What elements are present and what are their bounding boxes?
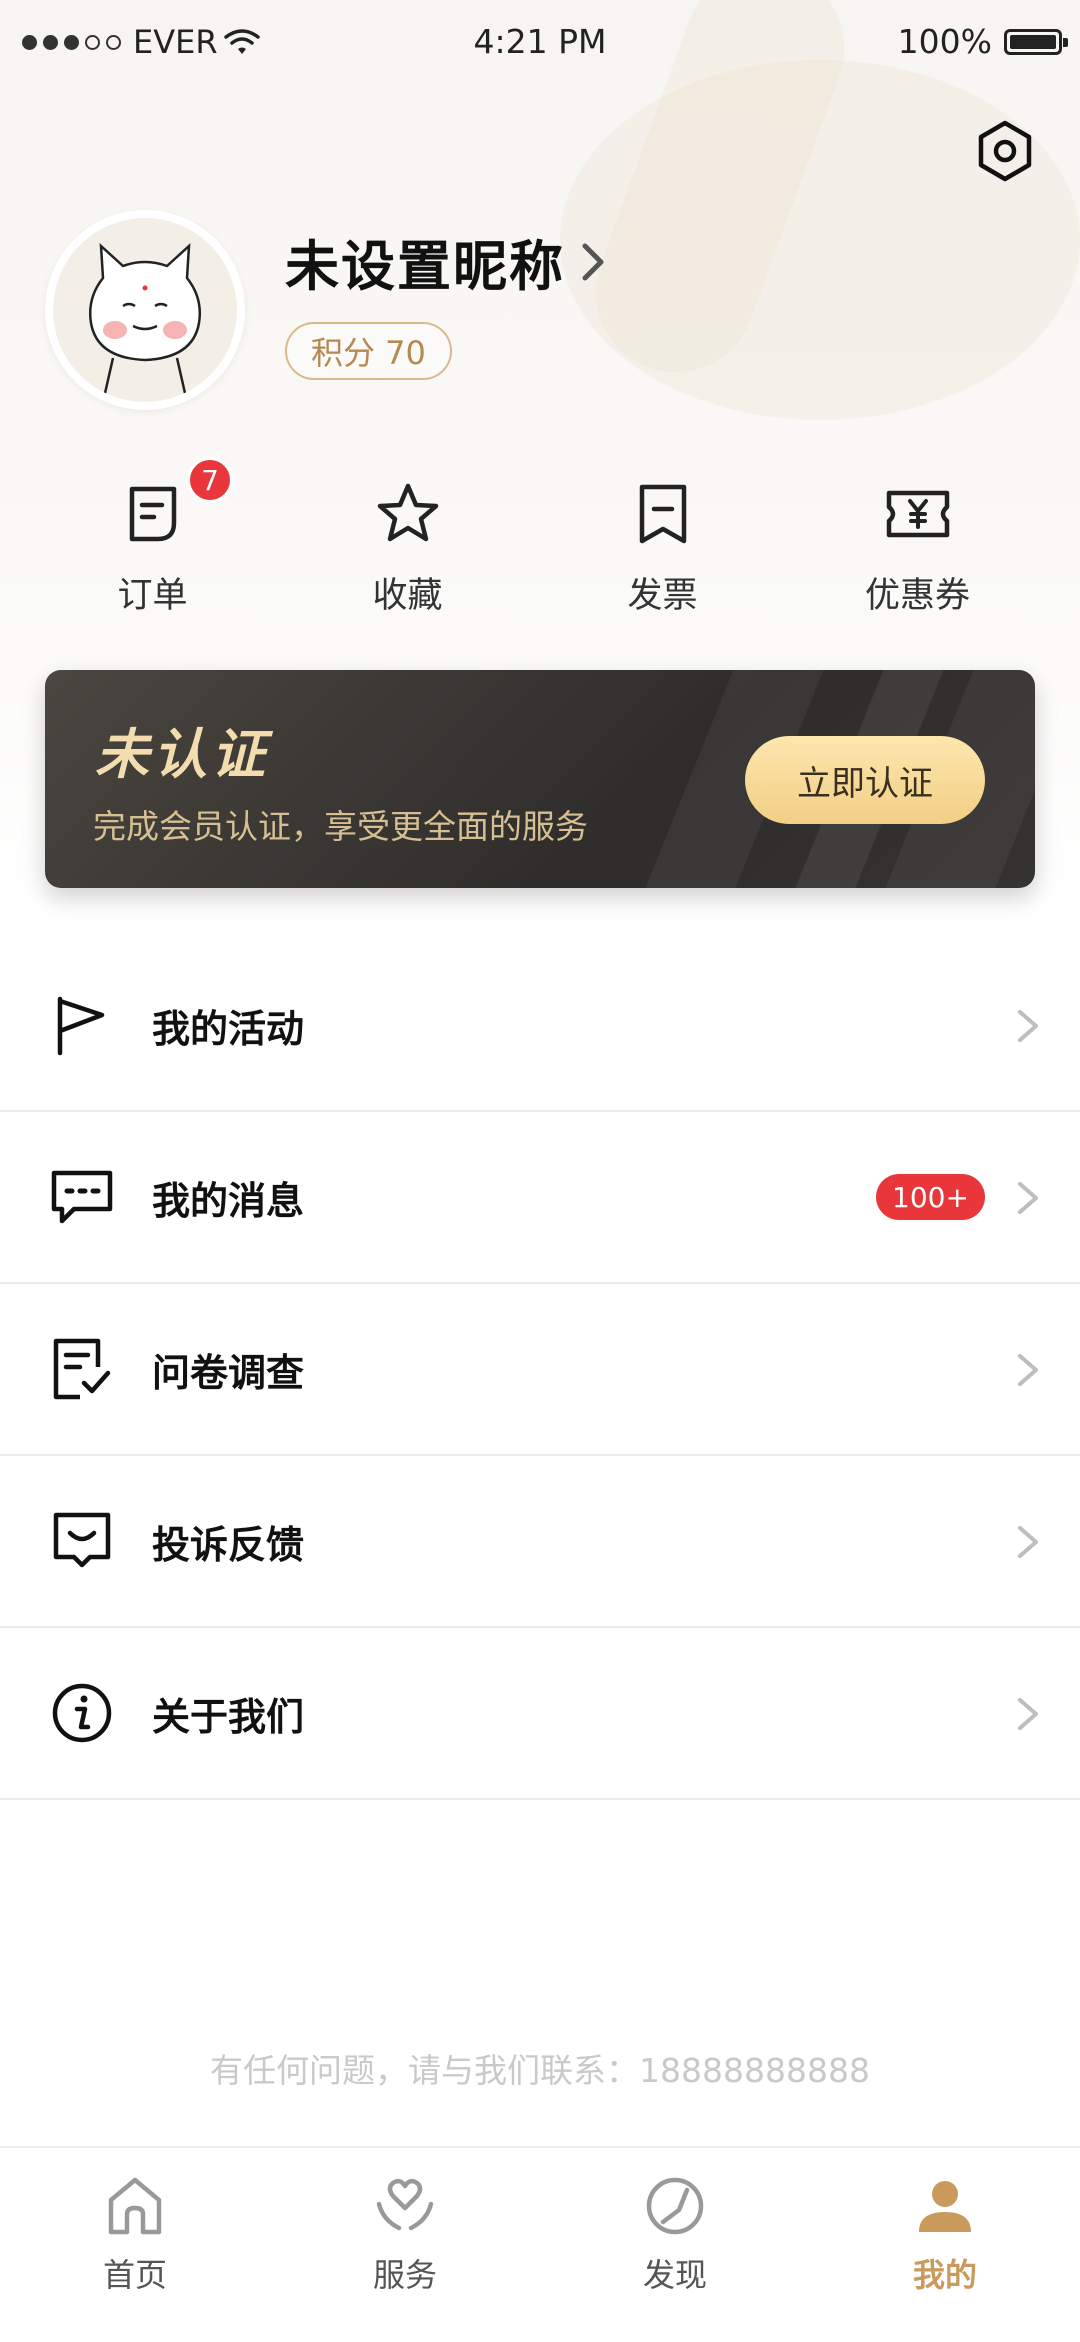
info-icon xyxy=(52,1683,112,1743)
message-count-badge: 100+ xyxy=(876,1174,985,1220)
quick-action-orders[interactable]: 7 订单 xyxy=(25,455,280,625)
star-icon xyxy=(377,483,438,542)
contact-text: 有任何问题，请与我们联系：18888888888 xyxy=(210,2051,870,2090)
nickname-link[interactable]: 未设置昵称 xyxy=(285,222,607,301)
tab-home[interactable]: 首页 xyxy=(0,2148,270,2342)
invoice-icon xyxy=(639,484,686,544)
chevron-right-icon xyxy=(582,243,604,280)
order-count-badge: 7 xyxy=(187,457,233,503)
tab-mine[interactable]: 我的 xyxy=(810,2148,1080,2342)
survey-icon xyxy=(53,1338,111,1400)
coupon-icon xyxy=(886,490,949,538)
tab-label: 首页 xyxy=(102,2256,167,2294)
tab-bar: 首页 服务 发现 我的 xyxy=(0,2146,1080,2342)
heart-hands-icon xyxy=(376,2178,434,2231)
menu-label: 我的消息 xyxy=(152,1179,305,1223)
tab-services[interactable]: 服务 xyxy=(270,2148,540,2342)
menu-item-survey[interactable]: 问卷调查 xyxy=(0,1284,1080,1456)
status-bar: EVER 4:21 PM 100% xyxy=(0,0,1080,86)
menu-label: 关于我们 xyxy=(152,1695,305,1739)
menu-label: 投诉反馈 xyxy=(152,1523,305,1567)
menu-label: 我的活动 xyxy=(152,1007,305,1051)
chevron-right-icon xyxy=(1018,1354,1038,1386)
quick-action-label: 发票 xyxy=(627,576,698,616)
home-icon xyxy=(108,2177,162,2235)
order-icon xyxy=(129,486,176,542)
chevron-right-icon xyxy=(1018,1010,1038,1042)
tab-discover[interactable]: 发现 xyxy=(540,2148,810,2342)
quick-actions: 7 订单 收藏 发票 优惠券 xyxy=(0,455,1080,625)
quick-action-invoice[interactable]: 发票 xyxy=(535,455,790,625)
battery-percent: 100% xyxy=(897,22,992,61)
chevron-right-icon xyxy=(1018,1526,1038,1558)
quick-action-label: 收藏 xyxy=(372,576,443,616)
verify-subtitle: 完成会员认证，享受更全面的服务 xyxy=(93,807,588,846)
settings-button[interactable] xyxy=(972,118,1038,184)
tab-label: 发现 xyxy=(642,2256,707,2294)
avatar-cat-icon xyxy=(89,243,201,402)
avatar[interactable] xyxy=(45,210,245,410)
battery-icon xyxy=(1004,28,1068,55)
verify-status-title: 未认证 xyxy=(95,723,269,786)
verify-banner: 未认证 完成会员认证，享受更全面的服务 立即认证 xyxy=(45,670,1035,888)
flag-icon xyxy=(57,996,105,1056)
message-icon xyxy=(51,1170,113,1224)
quick-action-favorites[interactable]: 收藏 xyxy=(280,455,535,625)
quick-action-label: 订单 xyxy=(117,576,188,616)
menu-item-activities[interactable]: 我的活动 xyxy=(0,940,1080,1112)
quick-action-label: 优惠券 xyxy=(864,576,970,616)
tab-label: 服务 xyxy=(372,2256,437,2294)
menu-list: 我的活动 我的消息 100+ 问卷调查 投诉反馈 关于我们 xyxy=(0,940,1080,1800)
battery-area: 100% xyxy=(897,22,1068,61)
points-badge[interactable]: 积分 70 xyxy=(285,322,452,380)
menu-item-about[interactable]: 关于我们 xyxy=(0,1628,1080,1800)
menu-item-feedback[interactable]: 投诉反馈 xyxy=(0,1456,1080,1628)
tab-label: 我的 xyxy=(912,2256,977,2294)
verify-now-button[interactable]: 立即认证 xyxy=(745,736,985,824)
menu-label: 问卷调查 xyxy=(152,1351,305,1395)
feedback-icon xyxy=(53,1512,111,1568)
compass-icon xyxy=(646,2177,704,2235)
user-icon xyxy=(919,2181,971,2232)
settings-hexagon-icon xyxy=(978,120,1032,182)
chevron-right-icon xyxy=(1018,1698,1038,1730)
chevron-right-icon xyxy=(1018,1182,1038,1214)
quick-action-coupons[interactable]: 优惠券 xyxy=(790,455,1045,625)
menu-item-messages[interactable]: 我的消息 100+ xyxy=(0,1112,1080,1284)
nickname: 未设置昵称 xyxy=(285,235,565,298)
